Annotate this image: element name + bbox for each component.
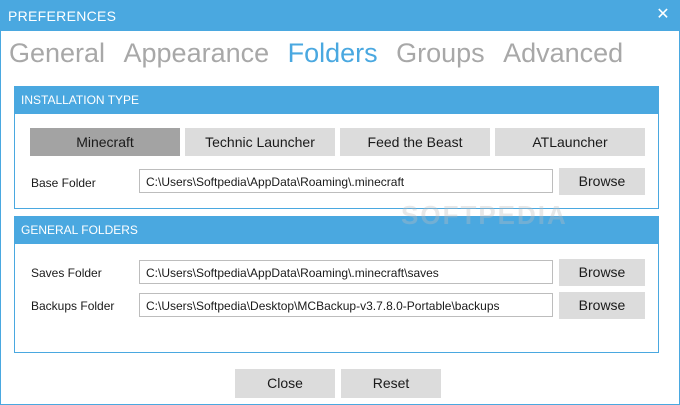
tab-appearance[interactable]: Appearance — [124, 35, 270, 71]
saves-folder-browse-button[interactable]: Browse — [559, 259, 645, 286]
backups-folder-browse-button[interactable]: Browse — [559, 292, 645, 319]
feed-the-beast-type-button[interactable]: Feed the Beast — [340, 128, 490, 156]
backups-folder-label: Backups Folder — [31, 299, 115, 313]
close-button[interactable]: Close — [235, 369, 335, 398]
base-folder-field[interactable]: C:\Users\Softpedia\AppData\Roaming\.mine… — [139, 169, 553, 193]
backups-folder-field[interactable]: C:\Users\Softpedia\Desktop\MCBackup-v3.7… — [139, 293, 553, 317]
installation-type-header: INSTALLATION TYPE — [15, 87, 658, 114]
tab-bar: General Appearance Folders Groups Advanc… — [9, 35, 637, 71]
close-icon[interactable]: ✕ — [653, 5, 673, 25]
base-folder-label: Base Folder — [31, 176, 96, 190]
saves-folder-field[interactable]: C:\Users\Softpedia\AppData\Roaming\.mine… — [139, 260, 553, 284]
tab-general[interactable]: General — [9, 35, 105, 71]
installation-type-group: INSTALLATION TYPE Minecraft Technic Laun… — [14, 86, 659, 209]
window-title: PREFERENCES — [8, 8, 117, 24]
preferences-window: PREFERENCES ✕ General Appearance Folders… — [0, 0, 680, 405]
atlauncher-type-button[interactable]: ATLauncher — [495, 128, 645, 156]
tab-advanced[interactable]: Advanced — [503, 35, 623, 71]
general-folders-group: GENERAL FOLDERS Saves Folder C:\Users\So… — [14, 216, 659, 353]
technic-launcher-type-button[interactable]: Technic Launcher — [185, 128, 335, 156]
general-folders-header: GENERAL FOLDERS — [15, 217, 658, 244]
reset-button[interactable]: Reset — [341, 369, 441, 398]
saves-folder-label: Saves Folder — [31, 266, 102, 280]
title-bar: PREFERENCES ✕ — [1, 1, 679, 31]
base-folder-browse-button[interactable]: Browse — [559, 168, 645, 195]
tab-folders[interactable]: Folders — [288, 35, 378, 71]
minecraft-type-button[interactable]: Minecraft — [30, 128, 180, 156]
tab-groups[interactable]: Groups — [396, 35, 485, 71]
